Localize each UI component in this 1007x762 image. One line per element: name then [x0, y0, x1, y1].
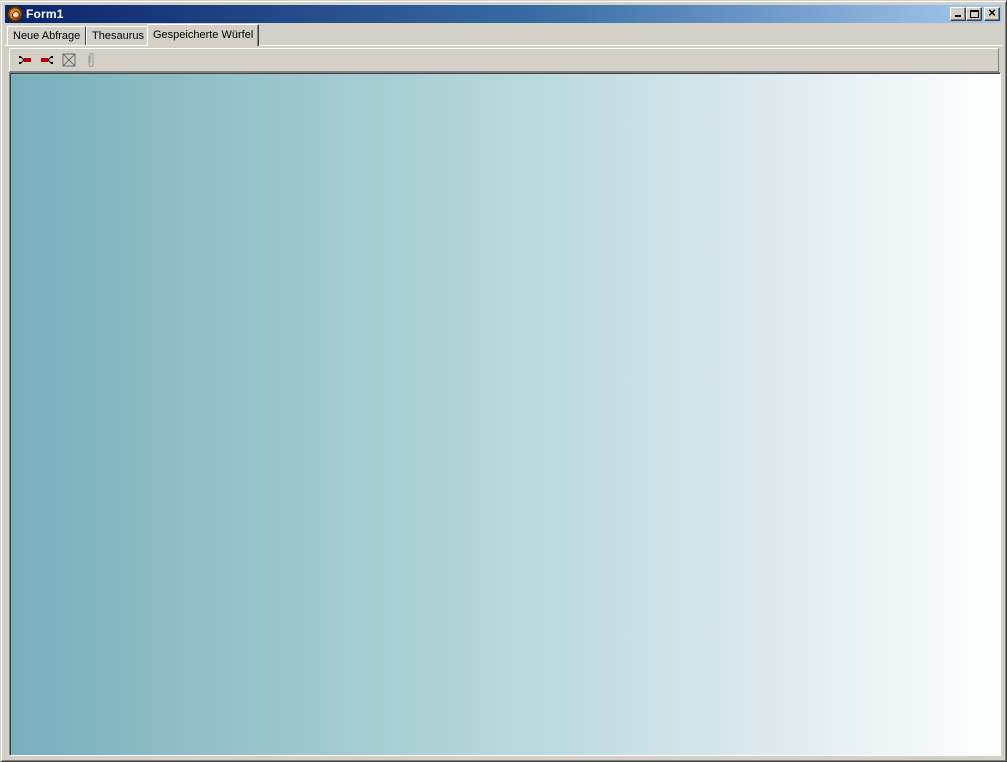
expand-tree-icon: [19, 56, 31, 64]
maximize-button[interactable]: [966, 7, 982, 21]
minimize-button[interactable]: [950, 7, 966, 21]
close-icon: ×: [988, 5, 996, 20]
collapse-tree-button[interactable]: [36, 50, 58, 70]
collapse-tree-icon: [41, 56, 53, 64]
close-button[interactable]: ×: [984, 5, 1000, 21]
window-title: Form1: [26, 7, 64, 21]
window-controls: ×: [950, 5, 1000, 21]
tab-gespeicherte-wuerfel[interactable]: Gespeicherte Würfel: [147, 24, 260, 46]
tab-thesaurus[interactable]: Thesaurus: [86, 26, 150, 46]
expand-tree-button[interactable]: [14, 50, 36, 70]
paperclip-icon: [88, 52, 94, 68]
delete-box-icon: [62, 53, 76, 67]
tab-strip: Neue Abfrage Thesaurus Gespeicherte Würf…: [5, 24, 1002, 46]
toolbar: [9, 48, 999, 72]
cube-view-panel[interactable]: [9, 72, 1001, 756]
attach-button[interactable]: [80, 50, 102, 70]
delete-box-button[interactable]: [58, 50, 80, 70]
app-icon[interactable]: [7, 6, 23, 22]
maximize-icon: [970, 10, 979, 18]
title-bar[interactable]: Form1 ×: [5, 5, 1002, 23]
tab-neue-abfrage[interactable]: Neue Abfrage: [7, 26, 87, 46]
minimize-icon: [955, 15, 961, 17]
app-window: Form1 × Neue Abfrage Thesaurus Gespeiche…: [0, 0, 1007, 762]
